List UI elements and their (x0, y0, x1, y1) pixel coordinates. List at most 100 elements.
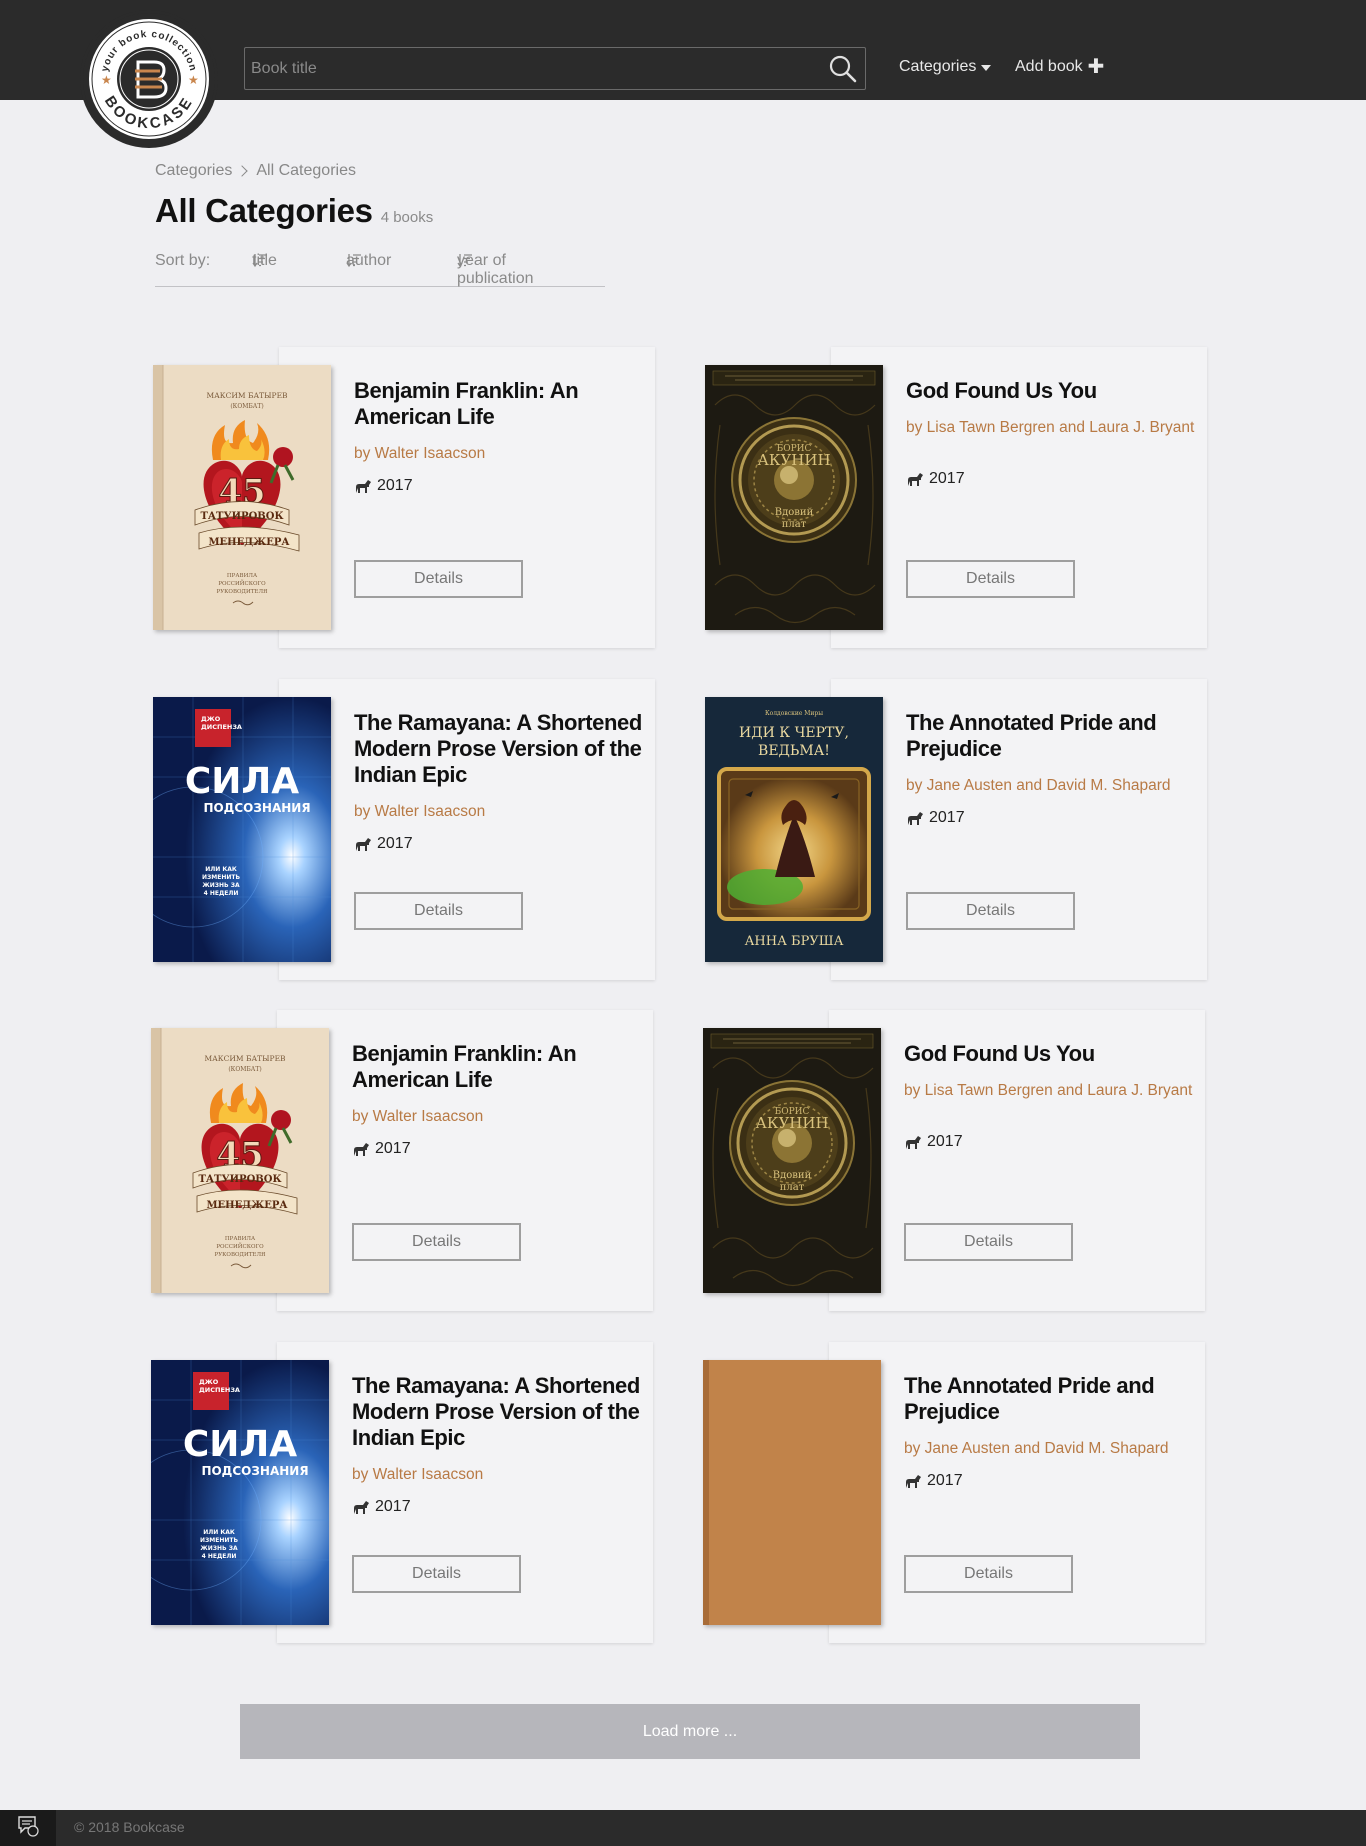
svg-text:ТАТУИРОВОК: ТАТУИРОВОК (200, 511, 283, 522)
svg-text:АКУНИН: АКУНИН (755, 1114, 828, 1132)
svg-text:Вдовий: Вдовий (775, 507, 814, 518)
year-value: 2017 (929, 809, 965, 826)
sort-bar: Sort by: title author year of publicatio… (155, 252, 605, 287)
svg-text:РОССИЙСКОГО: РОССИЙСКОГО (218, 579, 266, 587)
copyright-text: © 2018 Bookcase (74, 1819, 185, 1835)
sort-by-year[interactable]: year of publication (457, 252, 534, 287)
year-value: 2017 (929, 470, 965, 487)
chat-icon[interactable] (0, 1810, 56, 1846)
svg-text:МАКСИМ БАТЫРЕВ: МАКСИМ БАТЫРЕВ (204, 1054, 286, 1063)
footer: © 2018 Bookcase (0, 1810, 1366, 1846)
svg-text:ИЛИ КАК: ИЛИ КАК (203, 1529, 235, 1536)
year-value: 2017 (375, 1140, 411, 1157)
horse-icon (908, 472, 923, 486)
svg-text:4 НЕДЕЛИ: 4 НЕДЕЛИ (204, 890, 239, 897)
book-title[interactable]: The Annotated Pride and Prejudice (906, 710, 1196, 762)
categories-dropdown[interactable]: Categories (899, 58, 992, 76)
book-cover[interactable]: БОРИС АКУНИН Вдовий плат (703, 1028, 881, 1293)
horse-icon (356, 479, 371, 493)
book-author[interactable]: by Jane Austen and David M. Shapard (906, 776, 1196, 795)
book-author[interactable]: by Walter Isaacson (354, 802, 644, 821)
book-card: МАКСИМ БАТЫРЕВ (КОМБАТ) 45 ТАТУИРОВОК МЕ… (153, 347, 655, 648)
details-button[interactable]: Details (906, 560, 1075, 598)
details-button[interactable]: Details (904, 1555, 1073, 1593)
book-author[interactable]: by Walter Isaacson (352, 1465, 642, 1484)
svg-text:ПОДСОЗНАНИЯ: ПОДСОЗНАНИЯ (201, 1464, 308, 1478)
book-author[interactable]: by Walter Isaacson (352, 1107, 642, 1126)
book-author[interactable]: by Jane Austen and David M. Shapard (904, 1439, 1194, 1458)
svg-text:★: ★ (101, 73, 112, 87)
sort-by-title[interactable]: title (252, 252, 277, 269)
book-card: ДЖО ДИСПЕНЗА СИЛА ПОДСОЗНАНИЯ ИЛИ КАК ИЗ… (151, 1342, 653, 1643)
book-cover[interactable]: МАКСИМ БАТЫРЕВ (КОМБАТ) 45 ТАТУИРОВОК МЕ… (153, 365, 331, 630)
svg-text:ТАТУИРОВОК: ТАТУИРОВОК (198, 1174, 281, 1185)
book-year: 2017 (354, 477, 413, 495)
book-year: 2017 (354, 835, 413, 853)
details-button[interactable]: Details (906, 892, 1075, 930)
book-cover[interactable]: ДЖО ДИСПЕНЗА СИЛА ПОДСОЗНАНИЯ ИЛИ КАК ИЗ… (151, 1360, 329, 1625)
horse-icon (906, 1135, 921, 1149)
book-cover[interactable]: БОРИС АКУНИН Вдовий плат (705, 365, 883, 630)
book-author[interactable]: by Walter Isaacson (354, 444, 644, 463)
search-input[interactable] (245, 48, 805, 89)
book-year: 2017 (904, 1133, 963, 1151)
book-author[interactable]: by Lisa Tawn Bergren and Laura J. Bryant (906, 418, 1196, 437)
svg-text:СИЛА: СИЛА (183, 1424, 297, 1465)
categories-label: Categories (899, 58, 977, 75)
svg-text:плат: плат (782, 519, 807, 530)
svg-text:МЕНЕДЖЕРА: МЕНЕДЖЕРА (208, 537, 290, 548)
book-card: МАКСИМ БАТЫРЕВ (КОМБАТ) 45 ТАТУИРОВОК МЕ… (151, 1010, 653, 1311)
add-book-button[interactable]: Add book ✚ (1015, 56, 1105, 78)
search-icon[interactable] (827, 53, 859, 85)
book-title[interactable]: The Ramayana: A Shortened Modern Prose V… (352, 1373, 642, 1451)
svg-text:(КОМБАТ): (КОМБАТ) (230, 403, 263, 410)
details-button[interactable]: Details (354, 560, 523, 598)
sort-author-label: author (346, 252, 392, 269)
svg-text:плат: плат (780, 1182, 805, 1193)
svg-text:4 НЕДЕЛИ: 4 НЕДЕЛИ (202, 1553, 237, 1560)
bookcase-logo[interactable]: your book collection BOOKCASE ★ ★ (80, 10, 218, 148)
svg-text:РУКОВОДИТЕЛЯ: РУКОВОДИТЕЛЯ (215, 1252, 267, 1258)
svg-text:ДИСПЕНЗА: ДИСПЕНЗА (201, 723, 242, 731)
svg-text:ДЖО: ДЖО (199, 1378, 219, 1386)
svg-text:АКУНИН: АКУНИН (757, 451, 830, 469)
year-value: 2017 (375, 1498, 411, 1515)
page-heading: All Categories 4 books (155, 192, 433, 230)
book-card: The Annotated Pride and Prejudice by Jan… (703, 1342, 1205, 1643)
year-value: 2017 (377, 477, 413, 494)
sort-year-label: year of publication (457, 252, 534, 287)
book-title[interactable]: Benjamin Franklin: An American Life (354, 378, 644, 430)
details-button[interactable]: Details (352, 1223, 521, 1261)
book-cover[interactable]: ДЖО ДИСПЕНЗА СИЛА ПОДСОЗНАНИЯ ИЛИ КАК ИЗ… (153, 697, 331, 962)
book-title[interactable]: The Ramayana: A Shortened Modern Prose V… (354, 710, 644, 788)
plus-icon: ✚ (1087, 56, 1105, 78)
book-title[interactable]: God Found Us You (904, 1041, 1194, 1067)
book-cover[interactable] (703, 1360, 881, 1625)
book-cover[interactable]: МАКСИМ БАТЫРЕВ (КОМБАТ) 45 ТАТУИРОВОК МЕ… (151, 1028, 329, 1293)
add-book-label: Add book (1015, 58, 1083, 75)
horse-icon (908, 811, 923, 825)
book-year: 2017 (906, 809, 965, 827)
breadcrumb-categories[interactable]: Categories (155, 162, 232, 180)
horse-icon (356, 837, 371, 851)
book-author[interactable]: by Lisa Tawn Bergren and Laura J. Bryant (904, 1081, 1194, 1100)
details-button[interactable]: Details (354, 892, 523, 930)
details-button[interactable]: Details (904, 1223, 1073, 1261)
page-title: All Categories (155, 192, 373, 229)
breadcrumb-all-categories[interactable]: All Categories (256, 162, 356, 180)
svg-text:РОССИЙСКОГО: РОССИЙСКОГО (216, 1242, 264, 1250)
svg-text:МЕНЕДЖЕРА: МЕНЕДЖЕРА (206, 1200, 288, 1211)
svg-text:АННА БРУША: АННА БРУША (745, 934, 844, 949)
book-year: 2017 (904, 1472, 963, 1490)
horse-icon (354, 1142, 369, 1156)
book-title[interactable]: Benjamin Franklin: An American Life (352, 1041, 642, 1093)
book-title[interactable]: The Annotated Pride and Prejudice (904, 1373, 1194, 1425)
sort-by-author[interactable]: author (346, 252, 391, 269)
book-cover[interactable]: Колдовские Миры ИДИ К ЧЕРТУ, ВЕДЬМА! АНН… (705, 697, 883, 962)
details-button[interactable]: Details (352, 1555, 521, 1593)
year-value: 2017 (377, 835, 413, 852)
load-more-button[interactable]: Load more ... (240, 1704, 1140, 1759)
svg-text:ПРАВИЛА: ПРАВИЛА (227, 573, 258, 579)
book-title[interactable]: God Found Us You (906, 378, 1196, 404)
chevron-down-icon (981, 65, 992, 71)
